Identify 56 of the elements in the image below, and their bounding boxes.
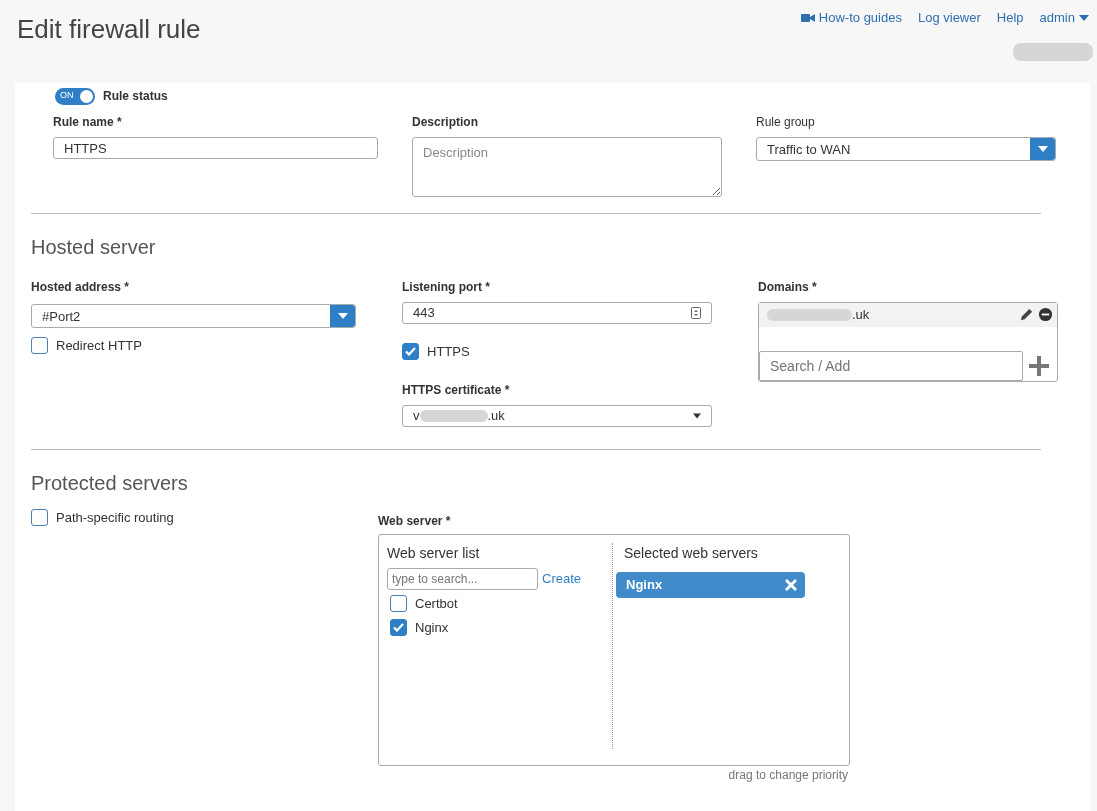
list-title: Selected web servers bbox=[624, 544, 759, 563]
search-field[interactable]: type to search... bbox=[387, 568, 538, 590]
selected-server[interactable]: Nginx bbox=[616, 572, 805, 598]
video-icon bbox=[800, 12, 815, 23]
search-field[interactable]: Search / Add bbox=[759, 350, 1023, 381]
caret-icon bbox=[1079, 14, 1089, 21]
checkbox[interactable] bbox=[390, 618, 407, 636]
link[interactable]: How-to guides bbox=[800, 8, 902, 28]
close-icon[interactable] bbox=[785, 579, 797, 591]
spinner-icon bbox=[691, 306, 701, 319]
checkbox-label: HTTPS bbox=[427, 342, 470, 361]
link[interactable]: Help bbox=[996, 8, 1024, 28]
field-label: Rule group bbox=[756, 114, 816, 131]
check-icon bbox=[393, 622, 404, 632]
checkbox[interactable] bbox=[390, 595, 407, 613]
add-icon[interactable] bbox=[1029, 355, 1049, 376]
user-menu[interactable]: admin bbox=[1039, 8, 1089, 28]
toggle-switch[interactable]: ON bbox=[55, 87, 95, 105]
remove-icon[interactable] bbox=[1038, 307, 1053, 322]
section-heading: Hosted server bbox=[31, 234, 157, 260]
checkbox[interactable] bbox=[31, 336, 48, 354]
field-label: Rule name * bbox=[53, 114, 123, 131]
caret-icon bbox=[1037, 146, 1048, 152]
checkbox[interactable] bbox=[31, 509, 48, 527]
checkbox-label: Certbot bbox=[415, 595, 458, 613]
section-heading: Protected servers bbox=[31, 471, 189, 496]
field-label: Hosted address * bbox=[31, 278, 131, 296]
caret-icon bbox=[693, 413, 701, 419]
checkbox[interactable] bbox=[402, 342, 419, 360]
create-link[interactable]: Create bbox=[542, 569, 582, 589]
toggle-label: Rule status bbox=[103, 88, 168, 105]
input-field[interactable]: 443 bbox=[402, 301, 712, 324]
field-label: Domains * bbox=[758, 278, 818, 296]
domain-text: .uk bbox=[852, 305, 870, 324]
dropdown-button[interactable] bbox=[1030, 138, 1055, 160]
checkbox-label: Path-specific routing bbox=[56, 509, 174, 527]
checkbox-label: Nginx bbox=[415, 618, 449, 637]
check-icon bbox=[405, 346, 416, 356]
caret-icon bbox=[337, 312, 348, 319]
field-label: Description bbox=[412, 114, 479, 131]
link[interactable]: Log viewer bbox=[917, 8, 981, 28]
field-label: HTTPS certificate * bbox=[402, 382, 511, 399]
select-field[interactable]: #Port2 bbox=[31, 303, 356, 328]
field-label: Listening port * bbox=[402, 278, 491, 296]
input-field[interactable]: HTTPS bbox=[53, 137, 378, 159]
textarea-field[interactable]: Description bbox=[412, 137, 722, 197]
hint-text: drag to change priority bbox=[727, 767, 848, 784]
select-field[interactable]: v .uk bbox=[402, 405, 712, 427]
field-label: Web server * bbox=[378, 513, 452, 530]
edit-icon[interactable] bbox=[1019, 307, 1034, 322]
select-field[interactable]: Traffic to WAN bbox=[756, 137, 1056, 161]
checkbox-label: Redirect HTTP bbox=[56, 336, 142, 355]
page-title: Edit firewall rule bbox=[17, 13, 201, 46]
dropdown-button[interactable] bbox=[330, 304, 355, 327]
redacted-mark bbox=[419, 410, 488, 422]
list-title: Web server list bbox=[387, 544, 481, 563]
